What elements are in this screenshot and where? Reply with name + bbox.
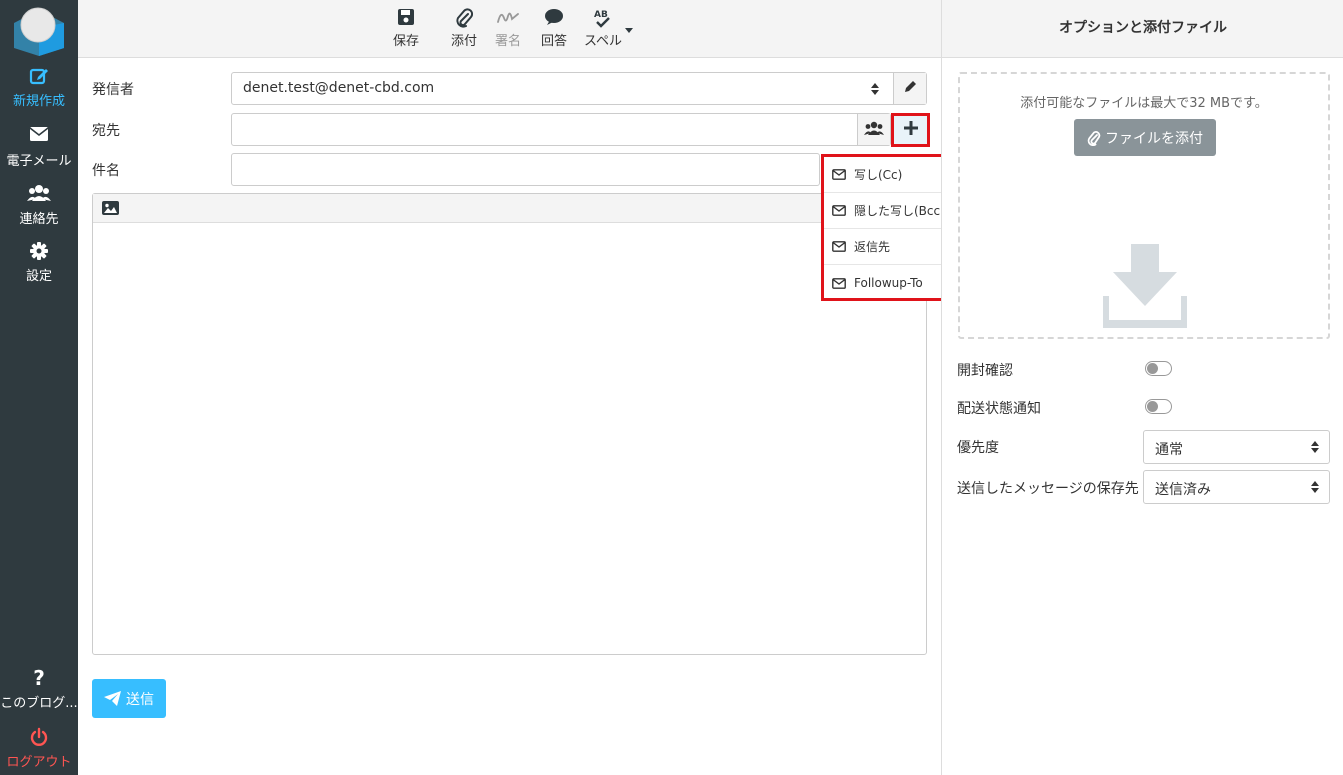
paper-plane-icon [104, 691, 121, 706]
store-target-value: 送信済み [1155, 482, 1211, 498]
to-field[interactable] [231, 113, 891, 146]
image-icon[interactable] [102, 201, 119, 219]
select-arrows-icon [871, 83, 879, 99]
options-panel: オプションと添付ファイル 添付可能なファイルは最大で32 MBです。 ファイルを… [941, 0, 1343, 775]
sidebar-item-settings[interactable]: 設定 [0, 241, 78, 284]
to-label: 宛先 [92, 123, 120, 139]
sidebar: 新規作成 電子メール 連絡先 設定 ? このブログ... ログアウト [0, 0, 78, 775]
send-button[interactable]: 送信 [92, 679, 166, 718]
priority-select[interactable]: 通常 [1143, 430, 1330, 464]
sidebar-item-label: 連絡先 [19, 212, 59, 227]
paperclip-icon [449, 8, 479, 28]
spell-button[interactable]: AB スペル [581, 8, 625, 49]
edit-identity-button[interactable] [893, 73, 926, 104]
compose-toolbar: 保存 添付 署名 回答 AB スペル [78, 0, 941, 58]
select-arrows-icon [1311, 481, 1319, 497]
envelope-icon [832, 169, 846, 180]
signature-button[interactable]: 署名 [493, 8, 523, 49]
priority-value: 通常 [1155, 442, 1183, 458]
compose-icon [0, 66, 78, 86]
responses-label: 回答 [540, 34, 567, 49]
menu-item-label: 隠した写し(Bcc) [854, 204, 945, 218]
send-label: 送信 [126, 691, 154, 708]
save-button[interactable]: 保存 [391, 8, 421, 49]
sidebar-item-about[interactable]: ? このブログ... [0, 668, 78, 711]
plus-icon [903, 121, 918, 139]
sidebar-item-label: 電子メール [6, 154, 72, 169]
address-book-button[interactable] [857, 114, 890, 145]
sidebar-item-contacts[interactable]: 連絡先 [0, 184, 78, 227]
power-icon [0, 727, 78, 747]
priority-label: 優先度 [957, 440, 999, 456]
sidebar-item-label: 新規作成 [12, 94, 65, 109]
attachment-dropzone[interactable]: 添付可能なファイルは最大で32 MBです。 ファイルを添付 [958, 72, 1330, 339]
editor-toolbar [93, 194, 926, 223]
spell-dropdown-button[interactable] [624, 22, 634, 37]
add-header-button[interactable] [891, 113, 930, 147]
menu-item-label: 写し(Cc) [854, 168, 903, 182]
subject-label: 件名 [92, 163, 120, 179]
add-attachment-label: ファイルを添付 [1105, 130, 1203, 147]
store-target-label: 送信したメッセージの保存先 [957, 481, 1139, 497]
attach-label: 添付 [450, 34, 477, 49]
envelope-icon [832, 241, 846, 252]
save-label: 保存 [392, 34, 419, 49]
dsn-toggle[interactable] [1145, 399, 1172, 414]
speech-bubble-icon [539, 8, 569, 28]
attach-button[interactable]: 添付 [449, 8, 479, 49]
options-panel-title: オプションと添付ファイル [942, 0, 1343, 58]
envelope-icon [832, 277, 846, 289]
spellcheck-icon: AB [581, 8, 625, 28]
sidebar-item-logout[interactable]: ログアウト [0, 727, 78, 770]
pencil-icon [903, 79, 918, 98]
svg-text:AB: AB [594, 10, 608, 20]
subject-field[interactable] [231, 153, 820, 186]
sidebar-item-mail[interactable]: 電子メール [0, 126, 78, 169]
gear-icon [0, 241, 78, 261]
from-value: denet.test@denet-cbd.com [243, 80, 435, 96]
sidebar-item-label: 設定 [25, 269, 52, 284]
app-logo[interactable] [12, 6, 66, 56]
signature-icon [493, 8, 523, 28]
caret-down-icon [625, 22, 633, 37]
floppy-disk-icon [391, 8, 421, 28]
attachment-size-hint: 添付可能なファイルは最大で32 MBです。 [1020, 96, 1268, 111]
envelope-icon [832, 205, 846, 216]
message-editor[interactable] [92, 193, 927, 655]
sidebar-item-label: このブログ... [0, 696, 78, 711]
contacts-icon [0, 184, 78, 204]
dsn-label: 配送状態通知 [957, 401, 1041, 417]
from-select[interactable]: denet.test@denet-cbd.com [231, 72, 927, 105]
sidebar-item-compose[interactable]: 新規作成 [0, 66, 78, 109]
responses-button[interactable]: 回答 [539, 8, 569, 49]
menu-item-label: Followup-To [854, 276, 923, 290]
signature-label: 署名 [494, 34, 521, 49]
add-attachment-button[interactable]: ファイルを添付 [1074, 119, 1216, 156]
read-receipt-label: 開封確認 [957, 363, 1013, 379]
store-target-select[interactable]: 送信済み [1143, 470, 1330, 504]
download-icon [1101, 244, 1189, 332]
envelope-icon [0, 126, 78, 146]
paperclip-icon [1087, 130, 1101, 146]
menu-item-label: 返信先 [854, 240, 891, 254]
sidebar-item-label: ログアウト [6, 755, 72, 770]
from-label: 発信者 [92, 82, 134, 98]
select-arrows-icon [1311, 441, 1319, 457]
read-receipt-toggle[interactable] [1145, 361, 1172, 376]
spell-label: スペル [583, 34, 623, 49]
contacts-icon [864, 121, 884, 139]
question-icon: ? [33, 666, 45, 690]
